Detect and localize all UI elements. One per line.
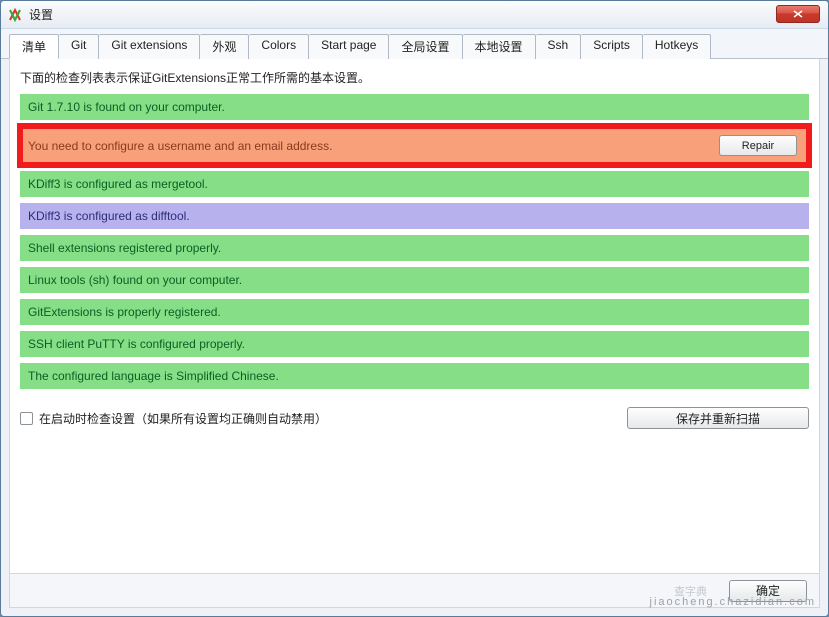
- startup-check-checkbox[interactable]: [20, 412, 33, 425]
- tab-ssh[interactable]: Ssh: [536, 34, 582, 59]
- tab-scripts[interactable]: Scripts: [581, 34, 643, 59]
- tab-content: 下面的检查列表表示保证GitExtensions正常工作所需的基本设置。 Git…: [9, 59, 820, 608]
- check-row-shell-ext: Shell extensions registered properly.: [20, 235, 809, 261]
- checklist-footer: 在启动时检查设置（如果所有设置均正确则自动禁用） 保存并重新扫描: [16, 401, 813, 435]
- check-row-text: KDiff3 is configured as mergetool.: [28, 177, 208, 191]
- checklist-rows: Git 1.7.10 is found on your computer. Yo…: [16, 94, 813, 395]
- check-row-text: The configured language is Simplified Ch…: [28, 369, 279, 383]
- check-row-text: GitExtensions is properly registered.: [28, 305, 221, 319]
- check-row-gitext-registered: GitExtensions is properly registered.: [20, 299, 809, 325]
- tab-checklist[interactable]: 清单: [9, 34, 59, 59]
- close-button[interactable]: [776, 5, 820, 23]
- tab-global-settings[interactable]: 全局设置: [389, 34, 462, 59]
- check-row-username-email: You need to configure a username and an …: [20, 126, 809, 165]
- check-row-text: Git 1.7.10 is found on your computer.: [28, 100, 225, 114]
- repair-button[interactable]: Repair: [719, 135, 797, 156]
- check-row-text: You need to configure a username and an …: [28, 139, 719, 153]
- check-row-mergetool: KDiff3 is configured as mergetool.: [20, 171, 809, 197]
- check-row-linux-tools: Linux tools (sh) found on your computer.: [20, 267, 809, 293]
- check-row-difftool: KDiff3 is configured as difftool.: [20, 203, 809, 229]
- check-row-text: SSH client PuTTY is configured properly.: [28, 337, 245, 351]
- save-rescan-button[interactable]: 保存并重新扫描: [627, 407, 809, 429]
- tab-colors[interactable]: Colors: [249, 34, 309, 59]
- tab-git-extensions[interactable]: Git extensions: [99, 34, 200, 59]
- checklist-intro: 下面的检查列表表示保证GitExtensions正常工作所需的基本设置。: [16, 69, 813, 94]
- check-row-text: Linux tools (sh) found on your computer.: [28, 273, 242, 287]
- tab-start-page[interactable]: Start page: [309, 34, 389, 59]
- check-row-putty: SSH client PuTTY is configured properly.: [20, 331, 809, 357]
- check-row-text: KDiff3 is configured as difftool.: [28, 209, 190, 223]
- tab-appearance[interactable]: 外观: [200, 34, 249, 59]
- tab-hotkeys[interactable]: Hotkeys: [643, 34, 711, 59]
- check-row-git-found: Git 1.7.10 is found on your computer.: [20, 94, 809, 120]
- window-title: 设置: [29, 6, 53, 23]
- watermark-text-right: jiaocheng.chazidian.com: [650, 596, 816, 608]
- check-row-language: The configured language is Simplified Ch…: [20, 363, 809, 389]
- startup-check-label: 在启动时检查设置（如果所有设置均正确则自动禁用）: [39, 410, 327, 427]
- close-icon: [793, 10, 803, 18]
- check-row-text: Shell extensions registered properly.: [28, 241, 221, 255]
- titlebar: 设置: [1, 1, 828, 29]
- tabstrip: 清单 Git Git extensions 外观 Colors Start pa…: [1, 29, 828, 59]
- settings-window: 设置 清单 Git Git extensions 外观 Colors Start…: [0, 0, 829, 617]
- tab-git[interactable]: Git: [59, 34, 99, 59]
- app-icon: [7, 7, 23, 23]
- tab-local-settings[interactable]: 本地设置: [463, 34, 536, 59]
